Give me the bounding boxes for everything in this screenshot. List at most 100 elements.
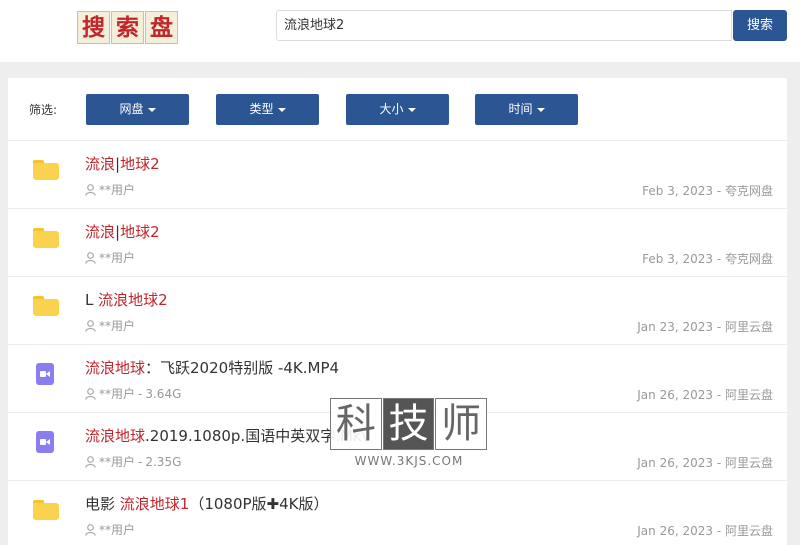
logo-char: 搜 bbox=[77, 11, 110, 44]
watermark-char: 师 bbox=[435, 398, 488, 450]
result-meta: Jan 26, 2023 - 阿里云盘 bbox=[637, 386, 773, 403]
result-user: **用户 - 2.35G bbox=[85, 453, 181, 470]
result-title-link[interactable]: 流浪|地球2 bbox=[85, 153, 160, 174]
result-user: **用户 bbox=[85, 317, 135, 334]
title-prefix: L bbox=[85, 291, 99, 309]
file-size: 3.64G bbox=[145, 386, 182, 401]
result-row[interactable]: L 流浪地球2 **用户 Jan 23, 2023 - 阿里云盘 bbox=[8, 277, 787, 345]
title-prefix: 电影 bbox=[85, 495, 120, 513]
user-icon bbox=[85, 319, 96, 332]
caret-down-icon bbox=[277, 107, 286, 112]
result-date: Feb 3, 2023 bbox=[642, 252, 714, 266]
result-date: Jan 26, 2023 bbox=[637, 456, 714, 470]
title-highlight: 流浪地球1 bbox=[119, 495, 190, 513]
result-user: **用户 bbox=[85, 181, 135, 198]
caret-down-icon bbox=[147, 107, 156, 112]
file-size: 2.35G bbox=[145, 454, 182, 469]
result-title-link[interactable]: L 流浪地球2 bbox=[85, 289, 168, 310]
user-name: **用户 bbox=[99, 251, 136, 265]
search-button[interactable]: 搜索 bbox=[733, 10, 787, 41]
result-meta: Feb 3, 2023 - 夸克网盘 bbox=[642, 250, 773, 267]
user-icon bbox=[85, 183, 96, 196]
result-source: 阿里云盘 bbox=[724, 524, 773, 538]
result-row[interactable]: 电影 流浪地球1（1080P版✚4K版） **用户 Jan 26, 2023 - 阿… bbox=[8, 481, 787, 545]
result-user: **用户 - 3.64G bbox=[85, 385, 181, 402]
separator: - bbox=[713, 388, 725, 402]
user-icon bbox=[85, 455, 96, 468]
result-source: 阿里云盘 bbox=[724, 388, 773, 402]
result-title-link[interactable]: 流浪地球：飞跃2020特别版 -4K.MP4 bbox=[85, 357, 339, 378]
user-name: **用户 bbox=[99, 387, 136, 401]
result-meta: Jan 26, 2023 - 阿里云盘 bbox=[637, 454, 773, 471]
user-name: **用户 bbox=[99, 319, 136, 333]
header: 搜 索 盘 流浪地球2 搜索 bbox=[0, 0, 800, 62]
user-name: **用户 bbox=[99, 183, 136, 197]
result-source: 阿里云盘 bbox=[724, 456, 773, 470]
result-title-link[interactable]: 电影 流浪地球1（1080P版✚4K版） bbox=[85, 493, 329, 514]
user-icon bbox=[85, 387, 96, 400]
result-title-link[interactable]: 流浪|地球2 bbox=[85, 221, 160, 242]
video-icon bbox=[33, 363, 54, 386]
result-row[interactable]: 流浪|地球2 **用户 Feb 3, 2023 - 夸克网盘 bbox=[8, 209, 787, 277]
caret-down-icon bbox=[407, 107, 416, 112]
filter-button-label: 网盘 bbox=[119, 102, 144, 116]
separator: - bbox=[713, 184, 725, 198]
title-highlight: 地球2 bbox=[120, 155, 160, 173]
result-source: 夸克网盘 bbox=[724, 252, 773, 266]
result-row[interactable]: 流浪|地球2 **用户 Feb 3, 2023 - 夸克网盘 bbox=[8, 141, 787, 209]
title-highlight: 流浪 bbox=[85, 155, 116, 173]
logo-char: 盘 bbox=[145, 11, 178, 44]
result-date: Jan 26, 2023 bbox=[637, 388, 714, 402]
user-name: **用户 bbox=[99, 523, 136, 537]
results-panel: 筛选: 网盘 类型 大小 时间 流浪|地球2 **用户 Feb 3, 2023 - … bbox=[8, 78, 787, 545]
title-highlight: 流浪 bbox=[85, 223, 116, 241]
filter-type-button[interactable]: 类型 bbox=[216, 94, 319, 125]
results-list: 流浪|地球2 **用户 Feb 3, 2023 - 夸克网盘 流浪|地球2 **用户 Fe… bbox=[8, 141, 787, 545]
folder-icon bbox=[33, 500, 59, 520]
result-meta: Jan 26, 2023 - 阿里云盘 bbox=[637, 522, 773, 539]
folder-icon bbox=[33, 228, 59, 248]
watermark-char: 科 bbox=[330, 398, 382, 450]
filter-size-button[interactable]: 大小 bbox=[346, 94, 449, 125]
watermark-url: WWW.3KJS.COM bbox=[354, 454, 464, 468]
user-name: **用户 bbox=[99, 455, 136, 469]
title-middle: （1080P版✚4K版） bbox=[189, 495, 329, 513]
result-source: 夸克网盘 bbox=[724, 184, 773, 198]
filter-button-label: 时间 bbox=[508, 102, 533, 116]
separator: - bbox=[713, 524, 725, 538]
separator: - bbox=[713, 320, 725, 334]
filter-button-label: 类型 bbox=[249, 102, 274, 116]
search-input[interactable]: 流浪地球2 bbox=[276, 10, 732, 41]
separator: - bbox=[713, 456, 725, 470]
user-icon bbox=[85, 523, 96, 536]
logo-char: 索 bbox=[111, 11, 144, 44]
title-highlight: 流浪地球 bbox=[85, 359, 146, 377]
result-source: 阿里云盘 bbox=[724, 320, 773, 334]
watermark: 科 技 师 WWW.3KJS.COM bbox=[330, 398, 488, 472]
result-date: Jan 23, 2023 bbox=[637, 320, 714, 334]
title-middle: ：飞跃2020特别版 -4K.MP4 bbox=[145, 359, 340, 377]
filter-time-button[interactable]: 时间 bbox=[475, 94, 578, 125]
result-user: **用户 bbox=[85, 521, 135, 538]
filter-bar: 筛选: 网盘 类型 大小 时间 bbox=[8, 78, 787, 141]
folder-icon bbox=[33, 160, 59, 180]
title-highlight: 地球2 bbox=[120, 223, 160, 241]
site-logo[interactable]: 搜 索 盘 bbox=[77, 11, 178, 44]
separator: - bbox=[138, 386, 143, 401]
caret-down-icon bbox=[536, 107, 545, 112]
folder-icon bbox=[33, 296, 59, 316]
title-highlight: 流浪地球2 bbox=[98, 291, 168, 309]
filter-label: 筛选: bbox=[29, 103, 58, 117]
filter-netdisk-button[interactable]: 网盘 bbox=[86, 94, 189, 125]
result-title-link[interactable]: 流浪地球.2019.1080p.国语中英双字.Mkv bbox=[85, 425, 370, 446]
result-meta: Jan 23, 2023 - 阿里云盘 bbox=[637, 318, 773, 335]
result-date: Feb 3, 2023 bbox=[642, 184, 714, 198]
result-user: **用户 bbox=[85, 249, 135, 266]
video-icon bbox=[33, 431, 54, 454]
filter-button-label: 大小 bbox=[379, 102, 404, 116]
result-date: Jan 26, 2023 bbox=[637, 524, 714, 538]
user-icon bbox=[85, 251, 96, 264]
watermark-char: 技 bbox=[382, 398, 435, 450]
separator: - bbox=[713, 252, 725, 266]
result-meta: Feb 3, 2023 - 夸克网盘 bbox=[642, 182, 773, 199]
